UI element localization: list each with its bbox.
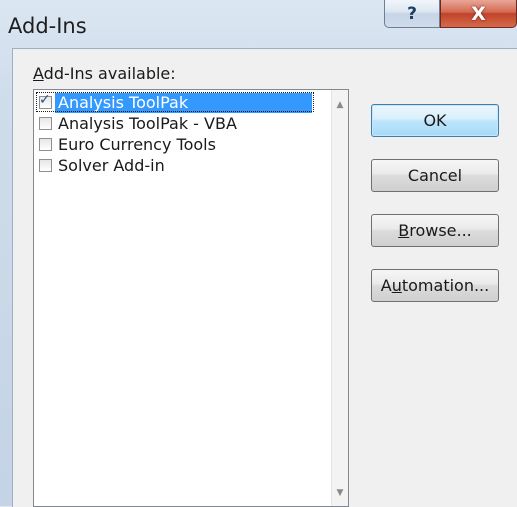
checkmark-icon: ✓	[39, 92, 51, 108]
list-item-solver-add-in[interactable]: Solver Add-in	[36, 155, 312, 176]
scroll-up-icon[interactable]: ▲	[332, 96, 348, 113]
list-item-label: Analysis ToolPak - VBA	[58, 113, 237, 133]
label-text: dd-Ins available:	[43, 64, 176, 83]
automation-button[interactable]: Au tomation...	[371, 269, 499, 302]
dialog-body: Add-Ins available: ✓ Analysis ToolPak An…	[12, 48, 517, 507]
help-icon: ?	[407, 3, 417, 24]
checkbox-analysis-toolpak[interactable]: ✓	[39, 92, 52, 109]
add-ins-dialog: Add-Ins ? X Add-Ins available: ✓ Analysi…	[0, 0, 517, 507]
list-item-label: Euro Currency Tools	[58, 134, 216, 154]
browse-accelerator: B	[398, 221, 410, 240]
list-item-analysis-toolpak[interactable]: ✓ Analysis ToolPak	[36, 92, 312, 113]
list-item-label: Analysis ToolPak	[55, 92, 312, 113]
cancel-button[interactable]: Cancel	[371, 159, 499, 192]
add-ins-listbox[interactable]: ✓ Analysis ToolPak Analysis ToolPak - VB…	[33, 89, 349, 507]
add-ins-available-label: Add-Ins available:	[33, 64, 176, 83]
scroll-down-icon[interactable]: ▼	[332, 484, 348, 501]
list-item-analysis-toolpak-vba[interactable]: Analysis ToolPak - VBA	[36, 113, 312, 134]
browse-label: rowse...	[409, 221, 472, 240]
checkbox-solver-add-in[interactable]	[39, 159, 52, 172]
close-icon: X	[471, 2, 486, 25]
label-accelerator: A	[33, 64, 44, 83]
dialog-title: Add-Ins	[8, 14, 87, 38]
checkbox-analysis-toolpak-vba[interactable]	[39, 117, 52, 130]
automation-label: tomation...	[401, 276, 490, 295]
checkbox-euro-currency-tools[interactable]	[39, 138, 52, 151]
title-bar: Add-Ins ? X	[0, 0, 517, 48]
automation-prefix: A	[380, 276, 392, 295]
list-item-euro-currency-tools[interactable]: Euro Currency Tools	[36, 134, 312, 155]
ok-button[interactable]: OK	[371, 104, 499, 137]
list-item-label: Solver Add-in	[58, 155, 165, 175]
browse-button[interactable]: Browse...	[371, 214, 499, 247]
close-button[interactable]: X	[440, 0, 517, 28]
vertical-scrollbar[interactable]: ▲ ▼	[331, 90, 348, 506]
automation-accelerator: u	[391, 276, 402, 295]
help-button[interactable]: ?	[384, 0, 440, 28]
